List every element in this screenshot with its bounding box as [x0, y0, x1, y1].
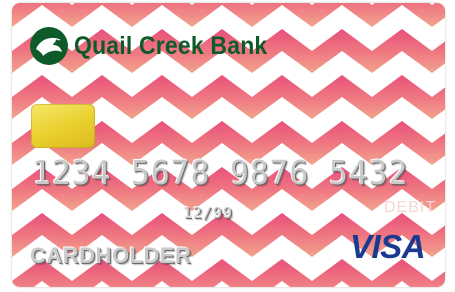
- cardholder-name: CARDHOLDER: [30, 243, 192, 268]
- card-number-group-3: 9876: [230, 153, 310, 192]
- card-number-group-1: 1234: [32, 153, 112, 192]
- chip-icon: [31, 104, 95, 148]
- card-number-group-2: 5678: [131, 153, 211, 192]
- card-type-label: DEBIT: [384, 199, 437, 216]
- debit-card: Quail Creek Bank 1234 5678 9876 5432 000 12…: [12, 3, 445, 287]
- valid-thru-label: 000: [165, 209, 176, 215]
- quail-icon: [30, 27, 68, 65]
- card-number: 1234 5678 9876 5432: [32, 153, 428, 192]
- card-number-group-4: 5432: [329, 153, 409, 192]
- visa-logo: VISA: [350, 228, 426, 265]
- bank-logo: Quail Creek Bank: [28, 25, 284, 67]
- bank-name: Quail Creek Bank: [74, 31, 268, 60]
- expiry-date: 12/99: [183, 204, 234, 222]
